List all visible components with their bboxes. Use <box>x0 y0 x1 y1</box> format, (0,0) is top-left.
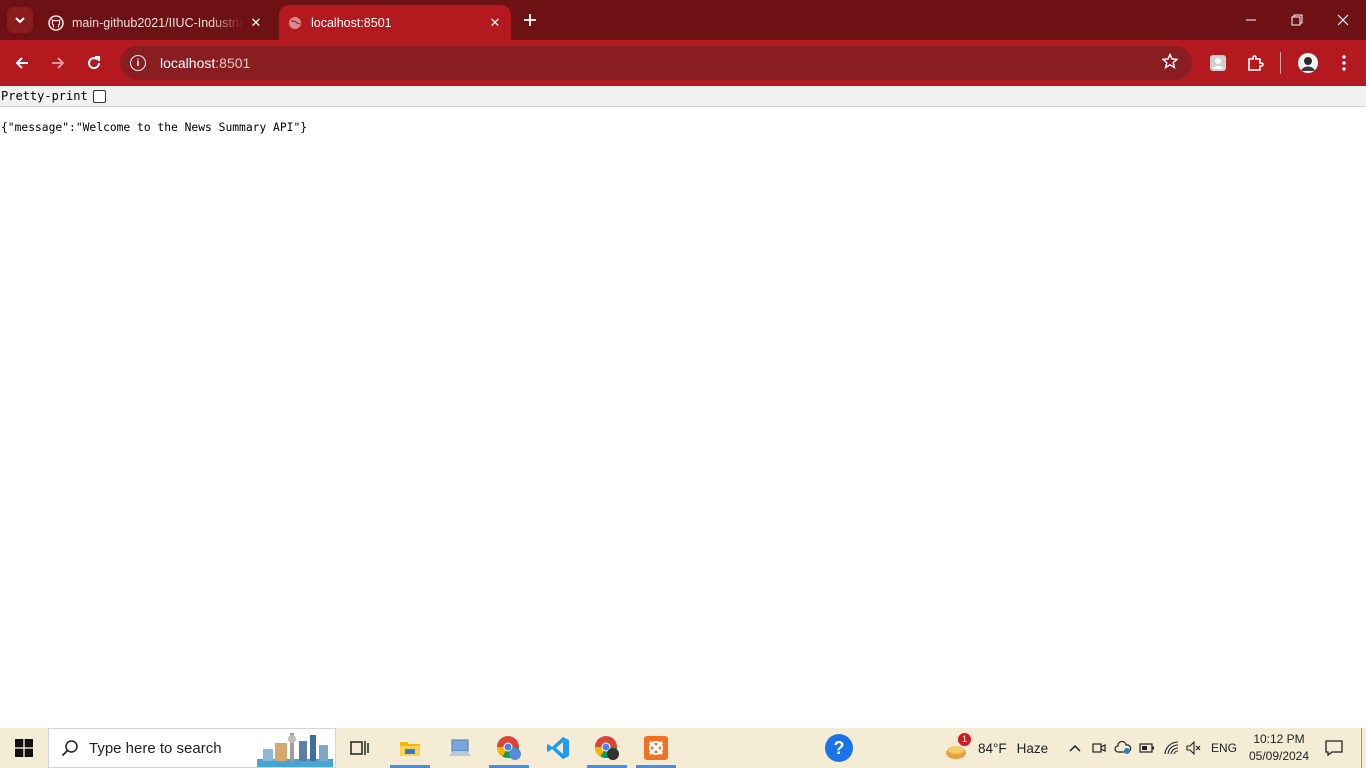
site-info-icon[interactable]: i <box>130 55 146 71</box>
pretty-print-checkbox[interactable] <box>92 89 106 103</box>
tab-localhost[interactable]: localhost:8501 ✕ <box>279 5 511 40</box>
extensions-puzzle-icon[interactable] <box>1241 49 1269 77</box>
search-placeholder: Type here to search <box>89 739 222 757</box>
chrome-profile-icon <box>497 736 521 760</box>
avatar[interactable] <box>1294 49 1322 77</box>
minimize-icon <box>1246 19 1256 21</box>
bookmark-star-icon[interactable] <box>1161 52 1179 74</box>
task-view-button[interactable] <box>336 728 384 768</box>
close-icon[interactable]: ✕ <box>244 11 268 35</box>
pretty-print-bar: Pretty-print <box>0 86 1366 107</box>
json-response-text: {"message":"Welcome to the News Summary … <box>1 121 308 134</box>
clock-time: 10:12 PM <box>1253 732 1305 746</box>
menu-kebab-icon[interactable] <box>1330 49 1358 77</box>
battery-icon[interactable] <box>1137 728 1157 768</box>
language-indicator[interactable]: ENG <box>1208 728 1240 768</box>
taskbar-search[interactable]: Type here to search <box>48 728 336 768</box>
weather-condition: Haze <box>1016 740 1049 756</box>
url-text[interactable]: localhost:8501 <box>160 55 1162 71</box>
chevron-down-icon <box>15 17 25 24</box>
tab-title: main-github2021/IIUC-Industrial <box>72 15 244 30</box>
file-explorer-button[interactable] <box>386 728 434 768</box>
arrow-left-icon <box>15 57 28 69</box>
close-icon <box>1337 14 1349 26</box>
clock[interactable]: 10:12 PM 05/09/2024 <box>1240 731 1318 765</box>
start-button[interactable] <box>0 728 48 768</box>
onedrive-sync-icon[interactable] <box>1112 728 1134 768</box>
forward-button[interactable] <box>44 49 72 77</box>
plus-icon <box>524 14 536 26</box>
minimize-button[interactable] <box>1228 0 1274 40</box>
xampp-button[interactable] <box>632 728 680 768</box>
weather-widget[interactable]: 1 84°F Haze <box>944 728 1048 768</box>
city-skyline-icon <box>257 733 333 767</box>
chevron-up-icon <box>1069 744 1081 752</box>
clock-date: 05/09/2024 <box>1248 749 1310 763</box>
pretty-print-label: Pretty-print <box>1 89 88 103</box>
close-window-button[interactable] <box>1320 0 1366 40</box>
tab-github[interactable]: main-github2021/IIUC-Industrial ✕ <box>40 5 272 40</box>
wifi-icon[interactable] <box>1161 728 1183 768</box>
show-desktop-button[interactable] <box>1361 728 1362 768</box>
notifications-button[interactable] <box>1320 728 1348 768</box>
arrow-right-icon <box>52 57 65 69</box>
taskbar: Type here to search ? 1 84°F Haze ENG 10… <box>0 728 1366 768</box>
network-app-button[interactable] <box>436 728 484 768</box>
tab-strip: main-github2021/IIUC-Industrial ✕ localh… <box>0 0 1366 40</box>
tab-search-button[interactable] <box>7 7 33 33</box>
search-icon <box>61 740 78 757</box>
network-icon <box>449 739 471 756</box>
url-port: :8501 <box>215 55 251 71</box>
svg-text:?: ? <box>834 738 845 758</box>
address-bar[interactable]: i localhost:8501 <box>120 46 1192 80</box>
restore-icon <box>1291 14 1303 26</box>
back-button[interactable] <box>8 49 36 77</box>
new-tab-button[interactable] <box>518 8 542 32</box>
url-host: localhost <box>160 55 216 71</box>
task-view-icon <box>350 741 369 755</box>
tab-title: localhost:8501 <box>311 15 392 30</box>
help-icon: ? <box>825 734 853 762</box>
reload-button[interactable] <box>80 49 108 77</box>
toolbar-divider <box>1280 52 1281 74</box>
vscode-button[interactable] <box>534 728 582 768</box>
reload-icon <box>88 56 101 70</box>
close-icon[interactable]: ✕ <box>483 11 507 35</box>
chrome-profile-button[interactable] <box>485 728 533 768</box>
chrome-icon <box>595 736 619 760</box>
weather-temp: 84°F <box>978 740 1007 756</box>
vscode-icon <box>547 737 569 759</box>
extension-profile-icon[interactable] <box>1204 49 1232 77</box>
chrome-button[interactable] <box>583 728 631 768</box>
windows-icon <box>15 739 33 757</box>
xampp-icon <box>644 736 668 760</box>
show-hidden-icons[interactable] <box>1064 728 1086 768</box>
volume-muted-icon[interactable] <box>1184 728 1204 768</box>
restore-button[interactable] <box>1274 0 1320 40</box>
github-icon <box>48 14 64 31</box>
notification-icon <box>1325 740 1343 756</box>
file-explorer-icon <box>400 742 420 756</box>
weather-alert-badge: 1 <box>958 733 971 746</box>
help-button[interactable]: ? <box>815 728 863 768</box>
globe-icon <box>287 15 303 31</box>
weather-icon: 1 <box>944 733 971 761</box>
browser-toolbar: i localhost:8501 <box>0 40 1366 86</box>
meet-now-icon[interactable] <box>1089 728 1109 768</box>
